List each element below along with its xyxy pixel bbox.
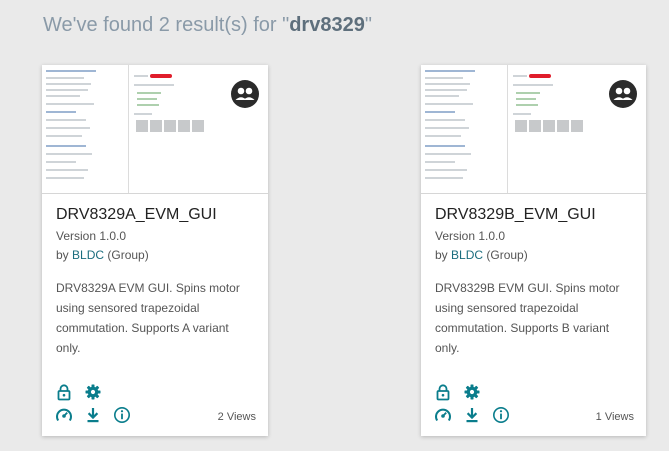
lock-icon[interactable]: [434, 383, 452, 401]
app-description: DRV8329B EVM GUI. Spins motor using sens…: [435, 281, 620, 355]
author-prefix: by: [435, 248, 452, 262]
app-title[interactable]: DRV8329A_EVM_GUI: [56, 206, 217, 224]
search-query: drv8329: [289, 14, 365, 36]
results-heading-prefix: We've found 2 result(s) for ": [43, 14, 290, 36]
author-suffix: (Group): [483, 248, 528, 262]
app-version: Version 1.0.0: [56, 229, 127, 243]
app-author: by BLDC (Group): [435, 248, 528, 262]
app-author: by BLDC (Group): [56, 248, 149, 262]
view-count: 1 Views: [595, 411, 634, 423]
download-icon[interactable]: [463, 406, 481, 424]
dashboard-icon[interactable]: [55, 406, 73, 424]
result-card[interactable]: DRV8329B_EVM_GUI Version 1.0.0 by BLDC (…: [421, 65, 646, 436]
result-card[interactable]: DRV8329A_EVM_GUI Version 1.0.0 by BLDC (…: [42, 65, 268, 436]
results-heading-suffix: ": [364, 14, 372, 36]
results-heading: We've found 2 result(s) for "drv8329": [43, 14, 372, 37]
app-version: Version 1.0.0: [435, 229, 506, 243]
group-icon: [231, 80, 259, 108]
download-icon[interactable]: [84, 406, 102, 424]
app-thumbnail[interactable]: [42, 65, 268, 194]
gear-icon[interactable]: [84, 383, 102, 401]
author-prefix: by: [56, 248, 73, 262]
gear-icon[interactable]: [463, 383, 481, 401]
app-description: DRV8329A EVM GUI. Spins motor using sens…: [56, 281, 240, 355]
thumbnail-left-panel: [421, 65, 508, 193]
dashboard-icon[interactable]: [434, 406, 452, 424]
app-thumbnail[interactable]: [421, 65, 646, 194]
author-suffix: (Group): [104, 248, 149, 262]
author-group-link[interactable]: BLDC: [451, 248, 483, 262]
info-icon[interactable]: [492, 406, 510, 424]
author-group-link[interactable]: BLDC: [72, 248, 104, 262]
lock-icon[interactable]: [55, 383, 73, 401]
app-title[interactable]: DRV8329B_EVM_GUI: [435, 206, 596, 224]
view-count: 2 Views: [217, 411, 256, 423]
thumbnail-left-panel: [42, 65, 129, 193]
info-icon[interactable]: [113, 406, 131, 424]
group-icon: [609, 80, 637, 108]
